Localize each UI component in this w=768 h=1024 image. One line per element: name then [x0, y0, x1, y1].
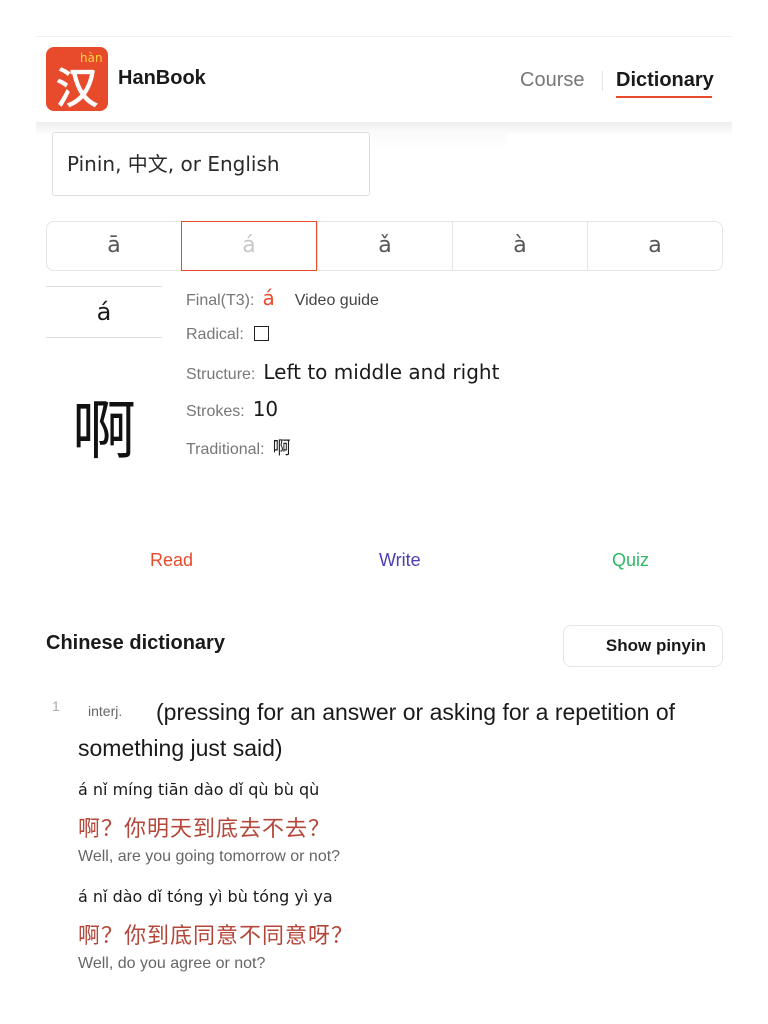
video-guide-link[interactable]: Video guide — [295, 292, 379, 310]
tone-2-button[interactable]: á — [181, 221, 317, 271]
nav-course-tab[interactable]: Course — [520, 69, 584, 92]
show-pinyin-button[interactable]: Show pinyin — [563, 625, 723, 667]
nav-dictionary-tab[interactable]: Dictionary — [616, 69, 714, 92]
app-header: hàn 汉 HanBook Course Dictionary — [36, 36, 732, 122]
structure-label: Structure: — [186, 366, 256, 383]
tone-1-button[interactable]: ā — [47, 222, 181, 270]
structure-row: Structure: Left to middle and right — [186, 360, 499, 384]
traditional-label: Traditional: — [186, 441, 265, 458]
final-label: Final(T3): — [186, 292, 255, 309]
character-pinyin: á — [46, 286, 162, 338]
example-pinyin: á nǐ míng tiān dào dǐ qù bù qù — [78, 780, 320, 799]
search-shadow — [370, 132, 506, 150]
character-glyph: 啊 — [72, 395, 136, 469]
example-english: Well, do you agree or not? — [78, 955, 266, 972]
tone-4-button[interactable]: à — [452, 222, 587, 270]
dictionary-page: hàn 汉 HanBook Course Dictionary Pinin, 中… — [0, 0, 768, 1024]
section-title: Chinese dictionary — [46, 632, 225, 654]
radical-row: Radical: — [186, 324, 269, 344]
traditional-row: Traditional: 啊 — [186, 434, 291, 460]
entry-number: 1 — [52, 698, 60, 714]
tone-selector: ā á ǎ à a — [46, 221, 723, 271]
tone-neutral-button[interactable]: a — [587, 222, 722, 270]
traditional-value: 啊 — [272, 438, 291, 459]
tone-3-button[interactable]: ǎ — [317, 222, 452, 270]
read-button[interactable]: Read — [150, 550, 193, 571]
example-pinyin: á nǐ dào dǐ tóng yì bù tóng yì ya — [78, 887, 333, 906]
strokes-row: Strokes: 10 — [186, 397, 278, 421]
example-hanzi: 啊？你明天到底去不去？ — [78, 817, 332, 842]
structure-value: Left to middle and right — [263, 360, 500, 384]
nav-divider — [602, 71, 603, 91]
active-tab-indicator — [616, 96, 712, 98]
write-button[interactable]: Write — [379, 550, 421, 571]
strokes-label: Strokes: — [186, 403, 245, 420]
final-value: á — [262, 286, 275, 310]
app-logo[interactable]: hàn 汉 — [46, 47, 108, 111]
app-name: HanBook — [118, 67, 206, 89]
quiz-button[interactable]: Quiz — [612, 550, 649, 571]
final-row: Final(T3): á Video guide — [186, 286, 379, 310]
radical-glyph — [253, 326, 269, 341]
radical-label: Radical: — [186, 326, 244, 343]
example-english: Well, are you going tomorrow or not? — [78, 848, 341, 865]
example-hanzi: 啊？你到底同意不同意呀？ — [78, 924, 355, 949]
logo-character: 汉 — [55, 64, 98, 111]
search-input[interactable]: Pinin, 中文, or English — [52, 132, 370, 196]
entry-definition: (pressing for an answer or asking for a … — [78, 699, 676, 761]
strokes-value: 10 — [252, 397, 279, 421]
